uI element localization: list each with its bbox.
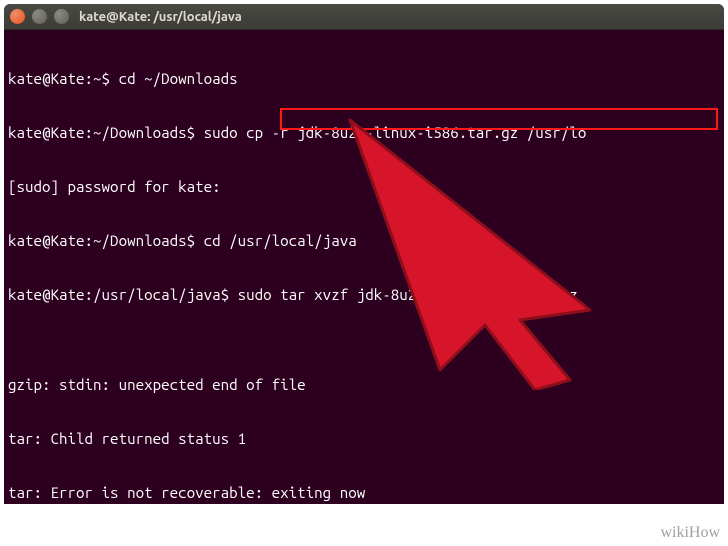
- minimize-icon[interactable]: [32, 9, 47, 24]
- close-icon[interactable]: [10, 9, 25, 24]
- terminal-line: gzip: stdin: unexpected end of file: [8, 376, 720, 394]
- terminal-line: kate@Kate:~$ cd ~/Downloads: [8, 70, 720, 88]
- terminal-line: [sudo] password for kate:: [8, 178, 720, 196]
- terminal-line: kate@Kate:/usr/local/java$ sudo tar xvzf…: [8, 286, 720, 304]
- terminal-line: kate@Kate:~/Downloads$ cd /usr/local/jav…: [8, 232, 720, 250]
- terminal-line: tar: Error is not recoverable: exiting n…: [8, 484, 720, 502]
- titlebar: kate@Kate: /usr/local/java: [4, 4, 724, 30]
- terminal-window: kate@Kate: /usr/local/java kate@Kate:~$ …: [4, 4, 724, 504]
- terminal-content[interactable]: kate@Kate:~$ cd ~/Downloads kate@Kate:~/…: [4, 30, 724, 504]
- maximize-icon[interactable]: [54, 9, 69, 24]
- terminal-line: tar: Child returned status 1: [8, 430, 720, 448]
- terminal-line: kate@Kate:~/Downloads$ sudo cp -r jdk-8u…: [8, 124, 720, 142]
- watermark: wikiHow: [660, 524, 720, 542]
- window-controls: [10, 9, 69, 24]
- window-title: kate@Kate: /usr/local/java: [69, 10, 718, 24]
